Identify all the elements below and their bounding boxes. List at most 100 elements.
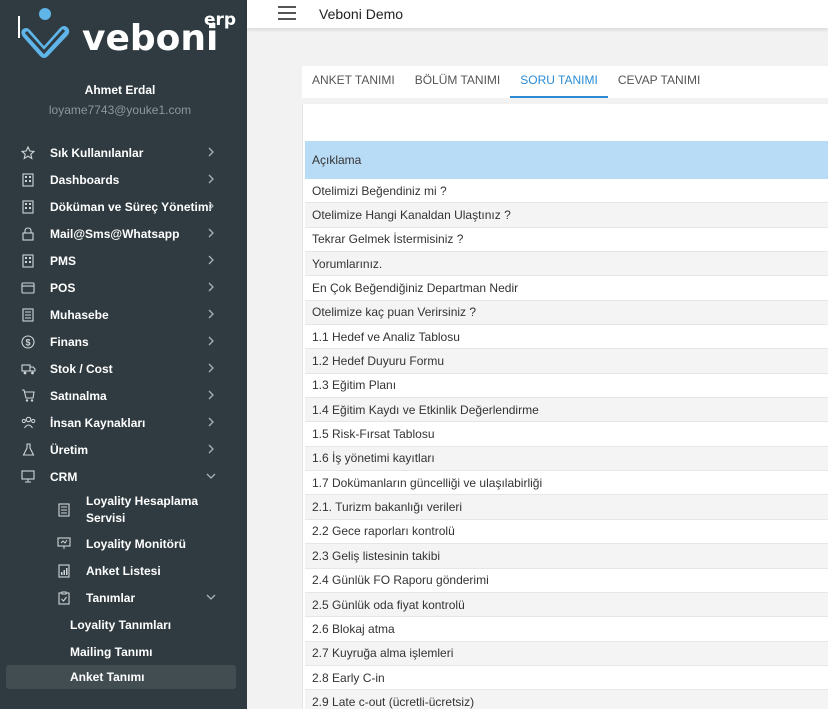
chevron-right-icon xyxy=(208,174,214,184)
sidebar-item-dashboards[interactable]: Dashboards xyxy=(0,166,247,193)
table-row[interactable]: 1.2 Hedef Duyuru Formu xyxy=(305,349,828,374)
tab-bar: ANKET TANIMI BÖLÜM TANIMI SORU TANIMI CE… xyxy=(302,66,828,98)
hamburger-menu-icon[interactable] xyxy=(278,6,296,21)
sidebar-menu: Sık Kullanılanlar Dashboards Döküman ve … xyxy=(0,139,247,689)
table-row[interactable]: 2.4 Günlük FO Raporu gönderimi xyxy=(305,569,828,593)
sidebar-item-messaging[interactable]: Mail@Sms@Whatsapp xyxy=(0,220,247,247)
sidebar-item-label: PMS xyxy=(50,253,77,268)
sidebar-item-documents[interactable]: Döküman ve Süreç Yönetimi xyxy=(0,193,247,220)
table-row[interactable]: 2.5 Günlük oda fiyat kontrolü xyxy=(305,592,828,618)
sidebar-item-accounting[interactable]: Muhasebe xyxy=(0,301,247,328)
table-row[interactable]: 1.1 Hedef ve Analiz Tablosu xyxy=(305,325,828,350)
table-row[interactable]: 2.9 Late c-out (ücretli-ücretsiz) xyxy=(305,690,828,709)
table-row[interactable]: 2.1. Turizm bakanlığı verileri xyxy=(305,495,828,520)
table-row[interactable]: 1.6 İş yönetimi kayıtları xyxy=(305,446,828,472)
logo-mark-icon xyxy=(18,8,70,58)
sidebar-item-label: Sık Kullanılanlar xyxy=(50,145,144,160)
truck-icon xyxy=(20,361,36,377)
chevron-right-icon xyxy=(208,336,214,346)
document-icon xyxy=(56,502,72,518)
tab-section-definition[interactable]: BÖLÜM TANIMI xyxy=(405,66,511,98)
table-row[interactable]: En Çok Beğendiğiniz Departman Nedir xyxy=(305,276,828,301)
chevron-right-icon xyxy=(208,390,214,400)
sidebar-item-crm[interactable]: CRM xyxy=(0,463,247,490)
table-row[interactable]: Otelimize kaç puan Verirsiniz ? xyxy=(305,300,828,326)
lock-icon xyxy=(20,226,36,242)
sidebar-item-pos[interactable]: POS xyxy=(0,274,247,301)
tab-question-definition[interactable]: SORU TANIMI xyxy=(510,66,608,98)
monitor-icon xyxy=(20,469,36,485)
column-header-description[interactable]: Açıklama xyxy=(305,141,828,179)
sidebar-item-survey-definition[interactable]: Anket Tanımı xyxy=(6,665,236,689)
app-title: Veboni Demo xyxy=(319,6,404,22)
chevron-right-icon xyxy=(208,201,214,211)
sidebar-item-label: İnsan Kaynakları xyxy=(50,415,146,430)
user-email: loyame7743@youke1.com xyxy=(48,103,192,117)
tab-answer-definition[interactable]: CEVAP TANIMI xyxy=(608,66,710,98)
table-row[interactable]: 1.7 Dokümanların güncelliği ve ulaşılabi… xyxy=(305,471,828,496)
presentation-icon xyxy=(56,536,72,552)
clipboard-check-icon xyxy=(56,590,72,606)
flask-icon xyxy=(20,442,36,458)
table-row[interactable]: 1.4 Eğitim Kaydı ve Etkinlik Değerlendir… xyxy=(305,398,828,423)
cart-icon xyxy=(20,388,36,404)
chevron-right-icon xyxy=(208,255,214,265)
questions-table-body: Otelimizi Beğendiniz mi ? Otelimize Hangi… xyxy=(305,179,828,709)
chevron-right-icon xyxy=(208,228,214,238)
sidebar-item-label: Loyality Hesaplama Servisi xyxy=(86,494,199,525)
sidebar-item-label: Üretim xyxy=(50,442,89,457)
sidebar-item-label: Loyality Monitörü xyxy=(86,536,186,551)
sidebar-item-stock[interactable]: Stok / Cost xyxy=(0,355,247,382)
table-row[interactable]: Yorumlarınız. xyxy=(305,252,828,277)
chevron-down-icon xyxy=(206,473,216,479)
sidebar-item-loyality-calc[interactable]: Loyality Hesaplama Servisi xyxy=(0,490,247,530)
card-icon xyxy=(20,280,36,296)
table-row[interactable]: 2.6 Blokaj atma xyxy=(305,617,828,642)
table-row[interactable]: 2.7 Kuyruğa alma işlemleri xyxy=(305,641,828,666)
table-row[interactable]: 1.3 Eğitim Planı xyxy=(305,374,828,399)
sidebar-item-survey-list[interactable]: Anket Listesi xyxy=(0,557,247,584)
star-icon xyxy=(20,145,36,161)
veboni-logo[interactable]: veboni erp xyxy=(16,6,246,66)
sidebar-item-label: Döküman ve Süreç Yönetimi xyxy=(50,199,212,214)
sidebar-item-loyality-monitor[interactable]: Loyality Monitörü xyxy=(0,530,247,557)
table-row[interactable]: Tekrar Gelmek İstermisiniz ? xyxy=(305,228,828,253)
chevron-right-icon xyxy=(208,444,214,454)
sidebar-item-label: POS xyxy=(50,280,76,295)
sidebar-item-label: CRM xyxy=(50,469,78,484)
sidebar-item-definitions[interactable]: Tanımlar xyxy=(0,584,247,611)
sidebar-item-hr[interactable]: İnsan Kaynakları xyxy=(0,409,247,436)
sidebar-item-pms[interactable]: PMS xyxy=(0,247,247,274)
sidebar-item-purchasing[interactable]: Satınalma xyxy=(0,382,247,409)
sidebar-item-finance[interactable]: $ Finans xyxy=(0,328,247,355)
svg-text:$: $ xyxy=(25,337,30,347)
sidebar-item-label: Loyality Tanımları xyxy=(70,617,172,632)
sidebar-item-production[interactable]: Üretim xyxy=(0,436,247,463)
sidebar-item-loyality-definitions[interactable]: Loyality Tanımları xyxy=(0,611,247,638)
sidebar-item-label: Satınalma xyxy=(50,388,107,403)
sidebar-item-favorites[interactable]: Sık Kullanılanlar xyxy=(0,139,247,166)
chevron-right-icon xyxy=(208,363,214,373)
table-row[interactable]: Otelimizi Beğendiniz mi ? xyxy=(305,179,828,204)
sidebar: veboni erp Ahmet Erdal loyame7743@youke1… xyxy=(0,0,247,709)
people-icon xyxy=(20,415,36,431)
building-icon xyxy=(20,172,36,188)
building-icon xyxy=(20,199,36,215)
sidebar-item-label: Mailing Tanımı xyxy=(70,644,153,659)
table-row[interactable]: 2.3 Geliş listesinin takibi xyxy=(305,544,828,569)
sidebar-item-mailing-definition[interactable]: Mailing Tanımı xyxy=(0,638,247,665)
document-icon xyxy=(20,307,36,323)
sidebar-item-label: Stok / Cost xyxy=(50,361,113,376)
table-row[interactable]: Otelimize Hangi Kanaldan Ulaştınız ? xyxy=(305,203,828,228)
tab-survey-definition[interactable]: ANKET TANIMI xyxy=(302,66,405,98)
chart-file-icon xyxy=(56,563,72,579)
building-icon xyxy=(20,253,36,269)
table-row[interactable]: 1.5 Risk-Fırsat Tablosu xyxy=(305,422,828,447)
sidebar-item-label: Dashboards xyxy=(50,172,120,187)
chevron-right-icon xyxy=(208,309,214,319)
questions-panel: Açıklama Otelimizi Beğendiniz mi ? Otelim… xyxy=(302,104,828,709)
table-row[interactable]: 2.8 Early C-in xyxy=(305,666,828,691)
dollar-icon: $ xyxy=(20,334,36,350)
chevron-down-icon xyxy=(206,594,216,600)
table-row[interactable]: 2.2 Gece raporları kontrolü xyxy=(305,520,828,545)
